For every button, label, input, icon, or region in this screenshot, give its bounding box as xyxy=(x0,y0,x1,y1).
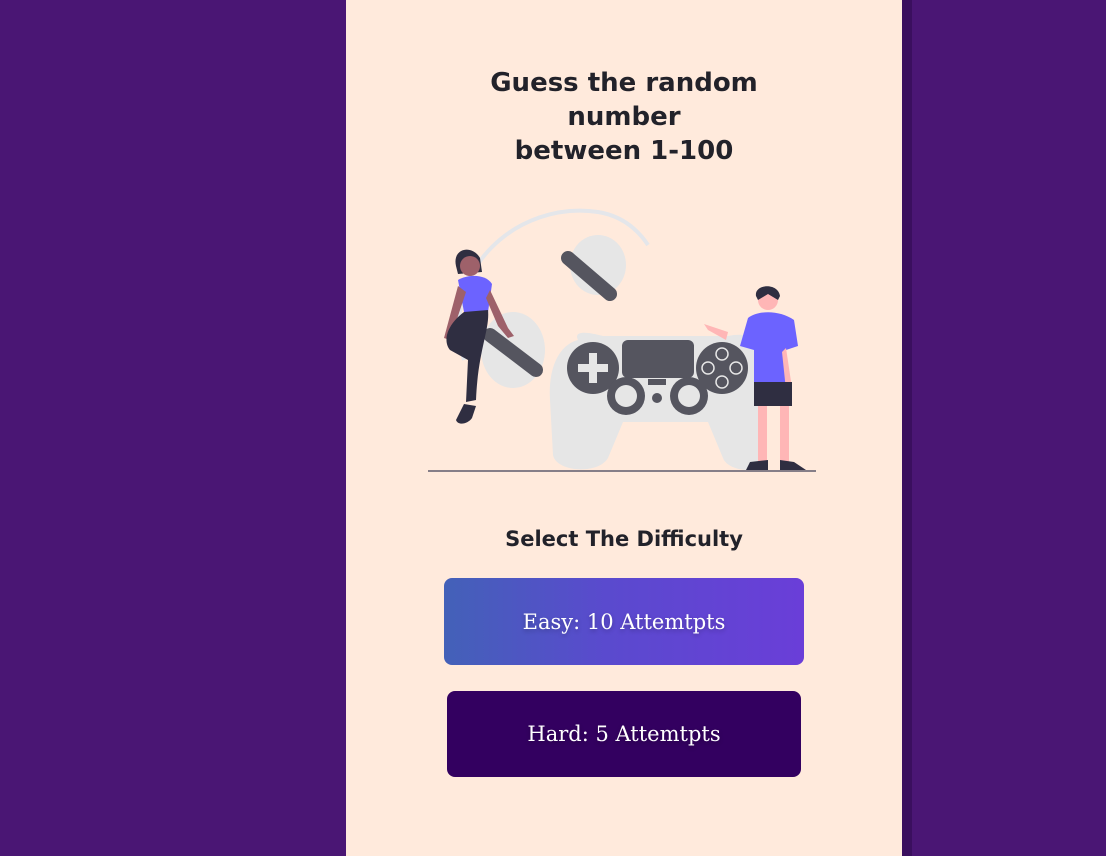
hard-difficulty-button[interactable]: Hard: 5 Attemtpts xyxy=(447,691,801,777)
controller-graphic xyxy=(549,332,763,470)
game-panel: Guess the random number between 1-100 Se… xyxy=(346,0,902,856)
title-line-1: Guess the random xyxy=(490,68,758,98)
title-line-3: between 1-100 xyxy=(514,136,734,166)
page-edge-strip xyxy=(902,0,912,856)
page-title: Guess the random number between 1-100 xyxy=(346,66,902,168)
gaming-illustration xyxy=(428,208,816,472)
title-line-2: number xyxy=(567,102,681,132)
easy-difficulty-button[interactable]: Easy: 10 Attemtpts xyxy=(444,578,804,665)
difficulty-heading: Select The Difficulty xyxy=(505,527,743,551)
